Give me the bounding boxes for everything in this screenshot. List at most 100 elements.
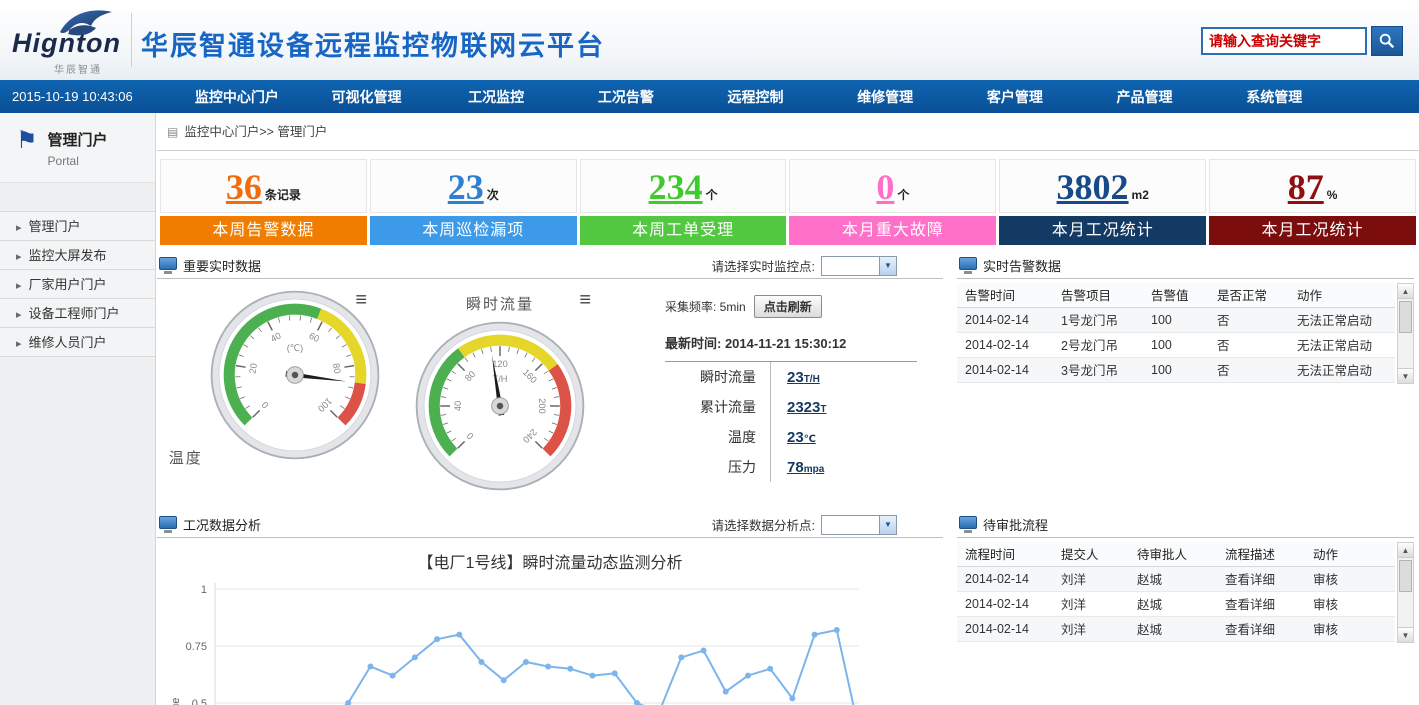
metric-label: 压力: [665, 452, 771, 482]
stat-unit: 个: [706, 188, 718, 202]
cell-item: 1号龙门吊: [1053, 307, 1143, 332]
metric-label: 累计流量: [665, 392, 771, 422]
search-button[interactable]: [1371, 26, 1403, 56]
stat-banner[interactable]: 本月工况统计: [999, 216, 1206, 245]
sidebar-item-big-screen[interactable]: ▸监控大屏发布: [0, 241, 155, 270]
scroll-down-icon[interactable]: ▼: [1398, 368, 1413, 383]
realtime-body: 温度 ≡ 020406080100(℃) 瞬时流量 ≡ 040801201602…: [157, 279, 943, 512]
stat-unit: 条记录: [265, 188, 301, 202]
search-input[interactable]: [1201, 27, 1367, 55]
table-row: 2014-02-14 刘洋 赵城 查看详细 审核: [957, 591, 1395, 616]
section-title: 待审批流程: [983, 515, 1048, 534]
arrow-right-icon: ▸: [16, 222, 22, 234]
analysis-point-select[interactable]: ▼: [821, 515, 897, 535]
nav-item-customer[interactable]: 客户管理: [950, 87, 1080, 107]
chart-menu-icon[interactable]: ≡: [579, 291, 591, 309]
cell-item: 2号龙门吊: [1053, 332, 1143, 357]
stat-card-inspection-week: 23次 本周巡检漏项: [370, 159, 577, 245]
alarm-table-wrap: 告警时间 告警项目 告警值 是否正常 动作 2014-02-14 1号龙门吊: [957, 283, 1414, 383]
analysis-body: 【电厂1号线】瞬时流量动态监测分析 0.50.751Value: [157, 538, 943, 705]
scroll-up-icon[interactable]: ▲: [1398, 543, 1413, 558]
section-title: 重要实时数据: [183, 256, 261, 275]
stat-unit: %: [1327, 188, 1338, 202]
col-header: 告警时间: [957, 283, 1053, 307]
section-title: 工况数据分析: [183, 515, 261, 534]
stat-banner[interactable]: 本周巡检漏项: [370, 216, 577, 245]
cell-item: 3号龙门吊: [1053, 357, 1143, 382]
nav-item-condition-alarm[interactable]: 工况告警: [561, 87, 691, 107]
cell-approver: 赵城: [1129, 591, 1217, 616]
stat-value-box: 23次: [370, 159, 577, 213]
nav-timestamp: 2015-10-19 10:43:06: [0, 89, 172, 104]
refresh-button[interactable]: 点击刷新: [754, 295, 822, 318]
cell-approver: 赵城: [1129, 566, 1217, 591]
flag-icon: ⚑: [16, 129, 38, 168]
view-detail-link[interactable]: 查看详细: [1217, 616, 1305, 641]
monitor-point-select[interactable]: ▼: [821, 256, 897, 276]
view-detail-link[interactable]: 查看详细: [1217, 591, 1305, 616]
sidebar-item-admin-portal[interactable]: ▸管理门户: [0, 212, 155, 241]
cell-value: 100: [1143, 332, 1209, 357]
analysis-select-area: 请选择数据分析点: ▼: [712, 515, 943, 535]
scrollbar-thumb[interactable]: [1399, 560, 1412, 592]
nav-item-monitor-center[interactable]: 监控中心门户: [172, 87, 302, 107]
select-label: 请选择实时监控点:: [712, 256, 815, 275]
select-label: 请选择数据分析点:: [712, 515, 815, 534]
approval-section: 待审批流程 流程时间 提交人 待审批人 流程描述 动作: [957, 512, 1414, 642]
col-header: 流程描述: [1217, 542, 1305, 566]
scroll-up-icon[interactable]: ▲: [1398, 284, 1413, 299]
cell-value: 100: [1143, 357, 1209, 382]
metric-label: 温度: [665, 422, 771, 452]
approve-link[interactable]: 审核: [1305, 616, 1395, 641]
nav-item-system[interactable]: 系统管理: [1209, 87, 1339, 107]
breadcrumb: ▤监控中心门户>> 管理门户: [157, 113, 1419, 151]
main-nav: 2015-10-19 10:43:06 监控中心门户 可视化管理 工况监控 工况…: [0, 80, 1419, 113]
stat-value: 3802: [1057, 167, 1129, 207]
sidebar-item-engineer-portal[interactable]: ▸设备工程师门户: [0, 299, 155, 328]
cell-submitter: 刘洋: [1053, 566, 1129, 591]
cell-time: 2014-02-14: [957, 591, 1053, 616]
view-detail-link[interactable]: 查看详细: [1217, 566, 1305, 591]
table-row: 2014-02-14 2号龙门吊 100 否 无法正常启动: [957, 332, 1395, 357]
approval-section-header: 待审批流程: [957, 512, 1414, 538]
col-header: 告警项目: [1053, 283, 1143, 307]
temperature-gauge: 020406080100(℃): [207, 287, 383, 463]
nav-item-visualization[interactable]: 可视化管理: [302, 87, 432, 107]
left-column: 重要实时数据 请选择实时监控点: ▼ 温度 ≡ 020406080100(℃) …: [157, 253, 943, 705]
stat-banner[interactable]: 本月重大故障: [789, 216, 996, 245]
search-icon: [1378, 32, 1396, 50]
nav-item-maintenance[interactable]: 维修管理: [820, 87, 950, 107]
nav-item-remote-control[interactable]: 远程控制: [691, 87, 821, 107]
sidebar-item-factory-portal[interactable]: ▸厂家用户门户: [0, 270, 155, 299]
approve-link[interactable]: 审核: [1305, 591, 1395, 616]
stats-row: 36条记录 本周告警数据 23次 本周巡检漏项 234个 本周工单受理 0个 本…: [160, 159, 1416, 245]
cell-normal: 否: [1209, 307, 1289, 332]
nav-item-product[interactable]: 产品管理: [1080, 87, 1210, 107]
cell-time: 2014-02-14: [957, 616, 1053, 641]
breadcrumb-icon: ▤: [167, 125, 178, 139]
stat-banner[interactable]: 本周工单受理: [580, 216, 787, 245]
svg-text:Value: Value: [170, 698, 182, 705]
nav-item-condition-monitor[interactable]: 工况监控: [431, 87, 561, 107]
chart-title: 【电厂1号线】瞬时流量动态监测分析: [157, 549, 943, 573]
logo: Hignton 华辰智通: [10, 6, 135, 76]
flow-gauge: 04080120160200240T/H: [412, 318, 588, 494]
stat-card-workorder-week: 234个 本周工单受理: [580, 159, 787, 245]
scrollbar-thumb[interactable]: [1399, 301, 1412, 333]
table-row: 2014-02-14 刘洋 赵城 查看详细 审核: [957, 616, 1395, 641]
arrow-right-icon: ▸: [16, 338, 22, 350]
chart-menu-icon[interactable]: ≡: [355, 291, 367, 309]
page: Hignton 华辰智通 华辰智通设备远程监控物联网云平台 2015-10-19…: [0, 0, 1419, 705]
approve-link[interactable]: 审核: [1305, 566, 1395, 591]
sidebar-item-repair-portal[interactable]: ▸维修人员门户: [0, 328, 155, 357]
scroll-down-icon[interactable]: ▼: [1398, 627, 1413, 642]
stat-banner[interactable]: 本周告警数据: [160, 216, 367, 245]
stat-banner[interactable]: 本月工况统计: [1209, 216, 1416, 245]
table-scrollbar[interactable]: ▲ ▼: [1397, 542, 1414, 643]
cell-normal: 否: [1209, 332, 1289, 357]
stat-unit: 次: [487, 188, 499, 202]
monitor-icon: [959, 257, 977, 270]
table-scrollbar[interactable]: ▲ ▼: [1397, 283, 1414, 384]
stat-value: 23: [448, 167, 484, 207]
sidebar: ⚑ 管理门户 Portal ▸管理门户 ▸监控大屏发布 ▸厂家用户门户 ▸设备工…: [0, 113, 156, 705]
